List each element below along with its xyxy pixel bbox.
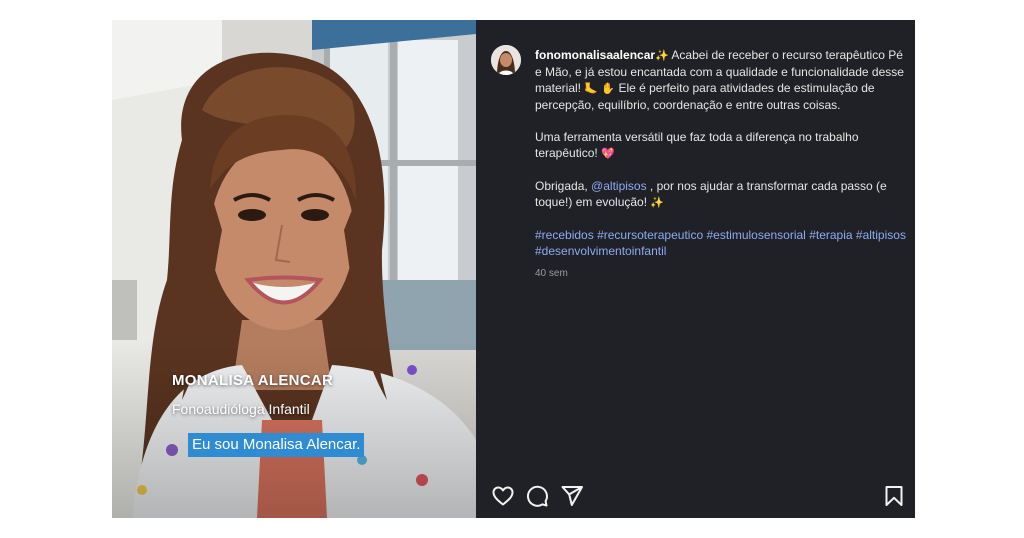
avatar[interactable] bbox=[491, 45, 521, 75]
sparkles-icon: ✨ bbox=[655, 49, 669, 62]
hashtag-link[interactable]: #recebidos bbox=[535, 228, 594, 242]
hashtag-link[interactable]: #desenvolvimentoinfantil bbox=[535, 244, 666, 258]
action-bar bbox=[476, 484, 915, 508]
caption-paragraph-3-start: Obrigada, bbox=[535, 179, 592, 193]
post-timestamp[interactable]: 40 sem bbox=[535, 266, 907, 282]
comment-icon[interactable] bbox=[525, 484, 549, 508]
foot-icon: 🦶 bbox=[584, 82, 599, 95]
post-caption: fonomonalisaalencar✨ Acabei de receber o… bbox=[535, 47, 907, 282]
avatar-image bbox=[491, 45, 521, 75]
caption-paragraph-2: Uma ferramenta versátil que faz toda a d… bbox=[535, 130, 859, 160]
post-side-panel: fonomonalisaalencar✨ Acabei de receber o… bbox=[476, 20, 915, 518]
hand-icon: ✋ bbox=[601, 82, 616, 95]
hashtag-list: #recebidos #recursoterapeutico #estimulo… bbox=[535, 227, 907, 259]
video-caption-role: Fonoaudióloga Infantil bbox=[172, 401, 310, 417]
video-subtitle: Eu sou Monalisa Alencar. bbox=[188, 433, 365, 457]
heart-icon[interactable] bbox=[491, 484, 515, 508]
heart-emoji-icon: 💖 bbox=[601, 147, 615, 160]
hashtag-link[interactable]: #terapia bbox=[809, 228, 852, 242]
share-icon[interactable] bbox=[560, 484, 584, 508]
hashtag-link[interactable]: #estimulosensorial bbox=[706, 228, 805, 242]
hashtag-link[interactable]: #altipisos bbox=[856, 228, 906, 242]
username-link[interactable]: fonomonalisaalencar bbox=[535, 48, 655, 62]
bookmark-icon[interactable] bbox=[882, 484, 906, 508]
video-caption-name: MONALISA ALENCAR bbox=[172, 372, 334, 389]
post-video[interactable]: MONALISA ALENCAR Fonoaudióloga Infantil … bbox=[112, 20, 476, 518]
instagram-post: MONALISA ALENCAR Fonoaudióloga Infantil … bbox=[112, 20, 915, 518]
hashtag-link[interactable]: #recursoterapeutico bbox=[597, 228, 703, 242]
mention-link[interactable]: @altipisos bbox=[591, 179, 647, 193]
sparkles-icon: ✨ bbox=[650, 196, 665, 209]
